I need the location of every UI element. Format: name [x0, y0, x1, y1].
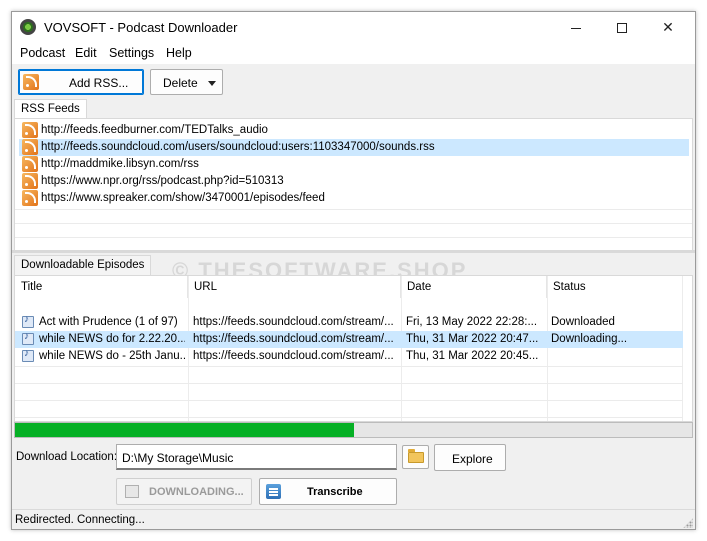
row-divider	[15, 366, 683, 367]
rss-icon	[23, 74, 39, 90]
tab-downloadable-episodes[interactable]: Downloadable Episodes	[14, 255, 152, 275]
maximize-icon	[617, 23, 627, 34]
rss-icon	[22, 156, 38, 172]
transcribe-button[interactable]: Transcribe	[259, 478, 397, 505]
download-location-input[interactable]	[116, 444, 397, 470]
toolbar: Add RSS... Delete	[12, 64, 695, 100]
feed-row[interactable]: https://www.npr.org/rss/podcast.php?id=5…	[19, 173, 689, 190]
status-text: Redirected. Connecting...	[15, 514, 145, 526]
rss-feed-list[interactable]: http://feeds.feedburner.com/TEDTalks_aud…	[14, 118, 693, 252]
transcribe-label: Transcribe	[307, 486, 363, 498]
close-button[interactable]: ✕	[645, 12, 691, 42]
folder-icon	[408, 449, 424, 463]
feed-url: http://feeds.feedburner.com/TEDTalks_aud…	[41, 124, 268, 136]
row-divider	[15, 400, 683, 401]
resize-grip-icon[interactable]	[683, 518, 693, 528]
window-title: VOVSOFT - Podcast Downloader	[44, 20, 238, 35]
audio-file-icon	[22, 331, 34, 345]
feed-url: https://www.spreaker.com/show/3470001/ep…	[41, 192, 325, 204]
feed-url: http://maddmike.libsyn.com/rss	[41, 158, 199, 170]
status-bar: Redirected. Connecting...	[12, 509, 695, 529]
episode-url: https://feeds.soundcloud.com/stream/...	[193, 316, 394, 328]
menu-help[interactable]: Help	[166, 46, 192, 60]
tab-rss-feeds[interactable]: RSS Feeds	[14, 99, 87, 119]
row-divider	[15, 237, 692, 238]
episode-title: while NEWS do for 2.22.20...	[39, 333, 185, 345]
episode-url: https://feeds.soundcloud.com/stream/...	[193, 333, 394, 345]
rss-icon	[22, 122, 38, 138]
explore-label: Explore	[452, 452, 493, 466]
add-rss-button[interactable]: Add RSS...	[18, 69, 144, 95]
app-window: VOVSOFT - Podcast Downloader ✕ Podcast E…	[11, 11, 696, 530]
menu-edit[interactable]: Edit	[75, 46, 97, 60]
transcribe-icon	[266, 484, 281, 499]
browse-folder-button[interactable]	[402, 445, 429, 469]
episode-title: Act with Prudence (1 of 97)	[39, 316, 178, 328]
feed-row[interactable]: http://feeds.soundcloud.com/users/soundc…	[19, 139, 689, 156]
menu-podcast[interactable]: Podcast	[20, 46, 65, 60]
column-header-status[interactable]: Status	[547, 276, 683, 298]
menu-bar: Podcast Edit Settings Help	[12, 42, 695, 64]
audio-file-icon	[22, 314, 34, 328]
downloading-button[interactable]: DOWNLOADING...	[116, 478, 252, 505]
table-row[interactable]: Act with Prudence (1 of 97) https://feed…	[15, 314, 683, 331]
rss-icon	[22, 173, 38, 189]
minimize-button[interactable]	[553, 12, 599, 42]
episode-title: while NEWS do - 25th Janu...	[39, 350, 185, 362]
table-row[interactable]: while NEWS do - 25th Janu... https://fee…	[15, 348, 683, 365]
menu-settings[interactable]: Settings	[109, 46, 154, 60]
feed-row[interactable]: https://www.spreaker.com/show/3470001/ep…	[19, 190, 689, 207]
download-location-label: Download Location:	[16, 451, 118, 463]
panel-splitter[interactable]	[12, 250, 695, 253]
episode-status: Downloading...	[551, 333, 628, 345]
title-bar[interactable]: VOVSOFT - Podcast Downloader ✕	[12, 12, 695, 42]
feed-url: https://www.npr.org/rss/podcast.php?id=5…	[41, 175, 284, 187]
downloading-label: DOWNLOADING...	[149, 486, 244, 498]
table-row[interactable]: while NEWS do for 2.22.20... https://fee…	[15, 331, 683, 348]
chevron-down-icon[interactable]	[208, 81, 216, 86]
row-divider	[15, 209, 692, 210]
feed-row[interactable]: http://feeds.feedburner.com/TEDTalks_aud…	[19, 122, 689, 139]
episode-date: Thu, 31 Mar 2022 20:47...	[406, 333, 539, 345]
delete-button[interactable]: Delete	[150, 69, 223, 95]
episode-date: Fri, 13 May 2022 22:28:...	[406, 316, 538, 328]
minimize-icon	[571, 27, 581, 29]
feed-url: http://feeds.soundcloud.com/users/soundc…	[41, 141, 435, 153]
progress-fill	[15, 423, 354, 437]
close-icon: ✕	[662, 19, 674, 35]
episode-date: Thu, 31 Mar 2022 20:45...	[406, 350, 539, 362]
rss-icon	[22, 190, 38, 206]
app-logo-icon	[20, 19, 36, 35]
row-divider	[15, 223, 692, 224]
download-icon	[125, 485, 139, 498]
explore-button[interactable]: Explore	[434, 444, 506, 471]
column-header-url[interactable]: URL	[188, 276, 401, 298]
episode-url: https://feeds.soundcloud.com/stream/...	[193, 350, 394, 362]
row-divider	[15, 383, 683, 384]
feed-row[interactable]: http://maddmike.libsyn.com/rss	[19, 156, 689, 173]
column-header-date[interactable]: Date	[401, 276, 547, 298]
delete-label: Delete	[163, 76, 198, 90]
episodes-table[interactable]: Title URL Date Status Act with Prudence …	[14, 275, 693, 422]
episode-status: Downloaded	[551, 316, 615, 328]
rss-icon	[22, 139, 38, 155]
download-progress-bar	[14, 422, 693, 438]
add-rss-label: Add RSS...	[69, 76, 129, 90]
column-header-title[interactable]: Title	[15, 276, 188, 298]
maximize-button[interactable]	[599, 12, 645, 42]
row-divider	[15, 417, 683, 418]
audio-file-icon	[22, 348, 34, 362]
